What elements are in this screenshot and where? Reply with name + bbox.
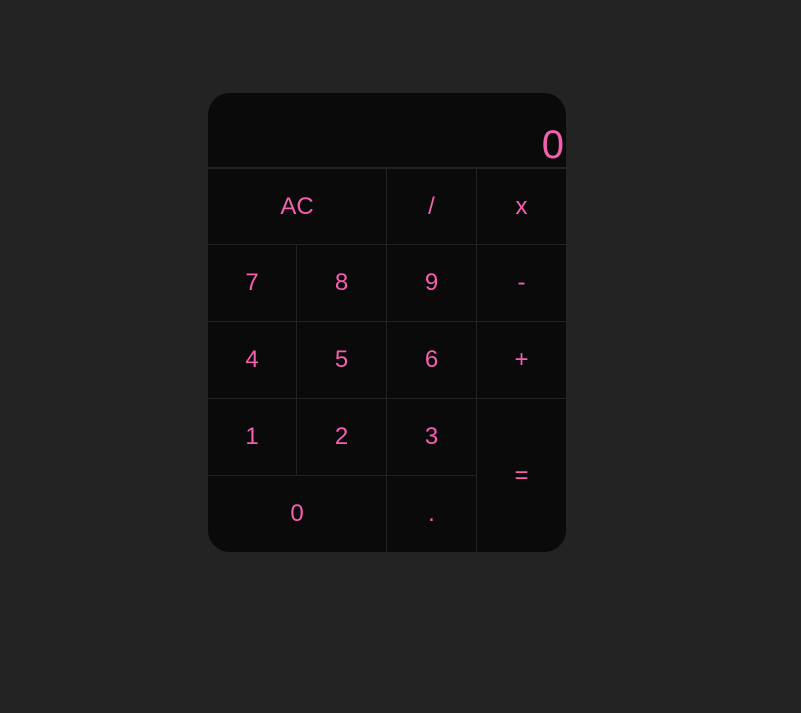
- digit-1-button[interactable]: 1: [208, 399, 297, 476]
- digit-1-label: 1: [245, 423, 259, 450]
- digit-0-button[interactable]: 0: [208, 476, 387, 552]
- keypad: AC / x 7 8 9 - 4 5 6 + 1 2 3 = 0 .: [208, 169, 566, 552]
- digit-6-button[interactable]: 6: [387, 322, 477, 399]
- divide-button-label: /: [428, 192, 435, 220]
- add-button[interactable]: +: [477, 322, 566, 399]
- equals-button-label: =: [514, 461, 529, 489]
- digit-8-button[interactable]: 8: [297, 245, 387, 322]
- calculator: 0 AC / x 7 8 9 - 4 5 6 + 1 2 3 = 0 .: [208, 93, 566, 552]
- multiply-button-label: x: [515, 192, 528, 220]
- digit-0-label: 0: [290, 500, 304, 527]
- digit-4-button[interactable]: 4: [208, 322, 297, 399]
- subtract-button[interactable]: -: [477, 245, 566, 322]
- calculator-display: 0: [208, 93, 566, 169]
- equals-button[interactable]: =: [477, 399, 566, 552]
- clear-button[interactable]: AC: [208, 169, 387, 245]
- digit-5-button[interactable]: 5: [297, 322, 387, 399]
- digit-7-label: 7: [245, 269, 259, 296]
- digit-8-label: 8: [334, 269, 349, 296]
- digit-7-button[interactable]: 7: [208, 245, 297, 322]
- digit-5-label: 5: [334, 346, 349, 373]
- decimal-button[interactable]: .: [387, 476, 477, 552]
- add-button-label: +: [514, 346, 529, 373]
- subtract-button-label: -: [517, 269, 526, 296]
- digit-2-label: 2: [334, 423, 349, 450]
- digit-4-label: 4: [245, 346, 259, 373]
- digit-3-label: 3: [424, 423, 439, 450]
- decimal-button-label: .: [428, 500, 435, 527]
- digit-3-button[interactable]: 3: [387, 399, 477, 476]
- clear-button-label: AC: [280, 192, 314, 220]
- digit-2-button[interactable]: 2: [297, 399, 387, 476]
- digit-6-label: 6: [424, 346, 439, 373]
- divide-button[interactable]: /: [387, 169, 477, 245]
- display-value: 0: [541, 123, 564, 167]
- multiply-button[interactable]: x: [477, 169, 566, 245]
- digit-9-label: 9: [424, 269, 439, 296]
- digit-9-button[interactable]: 9: [387, 245, 477, 322]
